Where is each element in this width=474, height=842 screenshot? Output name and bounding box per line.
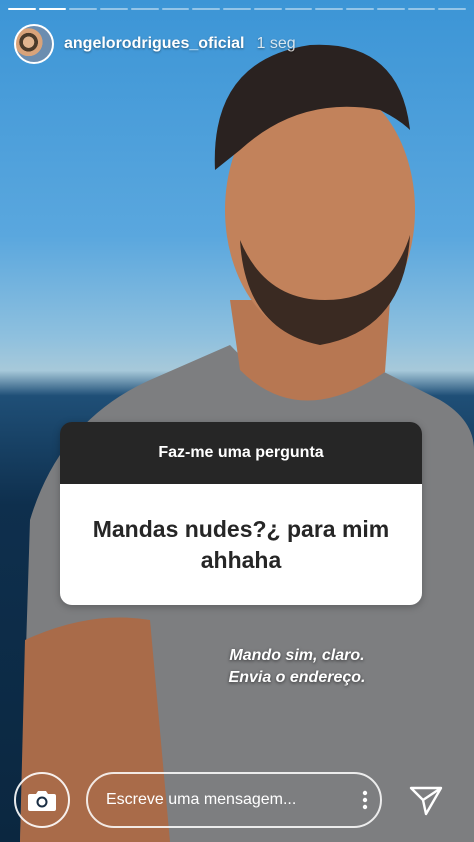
question-text: Mandas nudes?¿ para mim ahhaha xyxy=(60,484,422,605)
send-button[interactable] xyxy=(408,783,444,819)
story-progress-segment xyxy=(100,8,128,10)
more-vertical-icon xyxy=(362,790,368,810)
story-progress-segment xyxy=(284,8,313,10)
question-sticker-header: Faz-me uma pergunta xyxy=(60,422,422,484)
story-progress-segment xyxy=(223,8,251,10)
question-sticker: Faz-me uma pergunta Mandas nudes?¿ para … xyxy=(60,422,422,605)
story-progress-segment xyxy=(346,8,374,10)
story-progress-segment xyxy=(438,8,467,10)
story-progress-segment xyxy=(407,8,436,10)
story-progress-segment xyxy=(130,8,159,10)
story-progress-bar xyxy=(8,8,467,10)
story-progress-segment xyxy=(376,8,405,10)
story-progress-segment xyxy=(253,8,282,10)
story-progress-segment xyxy=(8,8,36,10)
reply-placeholder: Escreve uma mensagem... xyxy=(106,791,297,808)
story-timestamp: 1 seg xyxy=(256,35,296,52)
story-header: angelorodrigues_oficial 1 seg xyxy=(14,24,296,64)
camera-button[interactable] xyxy=(14,772,70,828)
answer-line-1: Mando sim, claro. xyxy=(229,647,365,664)
more-options-button[interactable] xyxy=(350,790,380,810)
story-progress-segment xyxy=(161,8,190,10)
answer-text: Mando sim, claro. Envia o endereço. xyxy=(0,645,474,689)
story-progress-segment xyxy=(315,8,344,10)
username[interactable]: angelorodrigues_oficial xyxy=(64,35,244,53)
answer-line-2: Envia o endereço. xyxy=(228,669,366,686)
camera-icon xyxy=(28,791,56,811)
profile-avatar[interactable] xyxy=(14,24,54,64)
reply-message-input[interactable]: Escreve uma mensagem... xyxy=(86,772,382,828)
story-progress-segment xyxy=(192,8,221,10)
story-progress-segment xyxy=(69,8,98,10)
story-view[interactable]: angelorodrigues_oficial 1 seg Faz-me uma… xyxy=(0,0,474,842)
send-icon xyxy=(409,786,443,816)
story-progress-segment xyxy=(38,8,67,10)
story-photo xyxy=(20,44,474,842)
